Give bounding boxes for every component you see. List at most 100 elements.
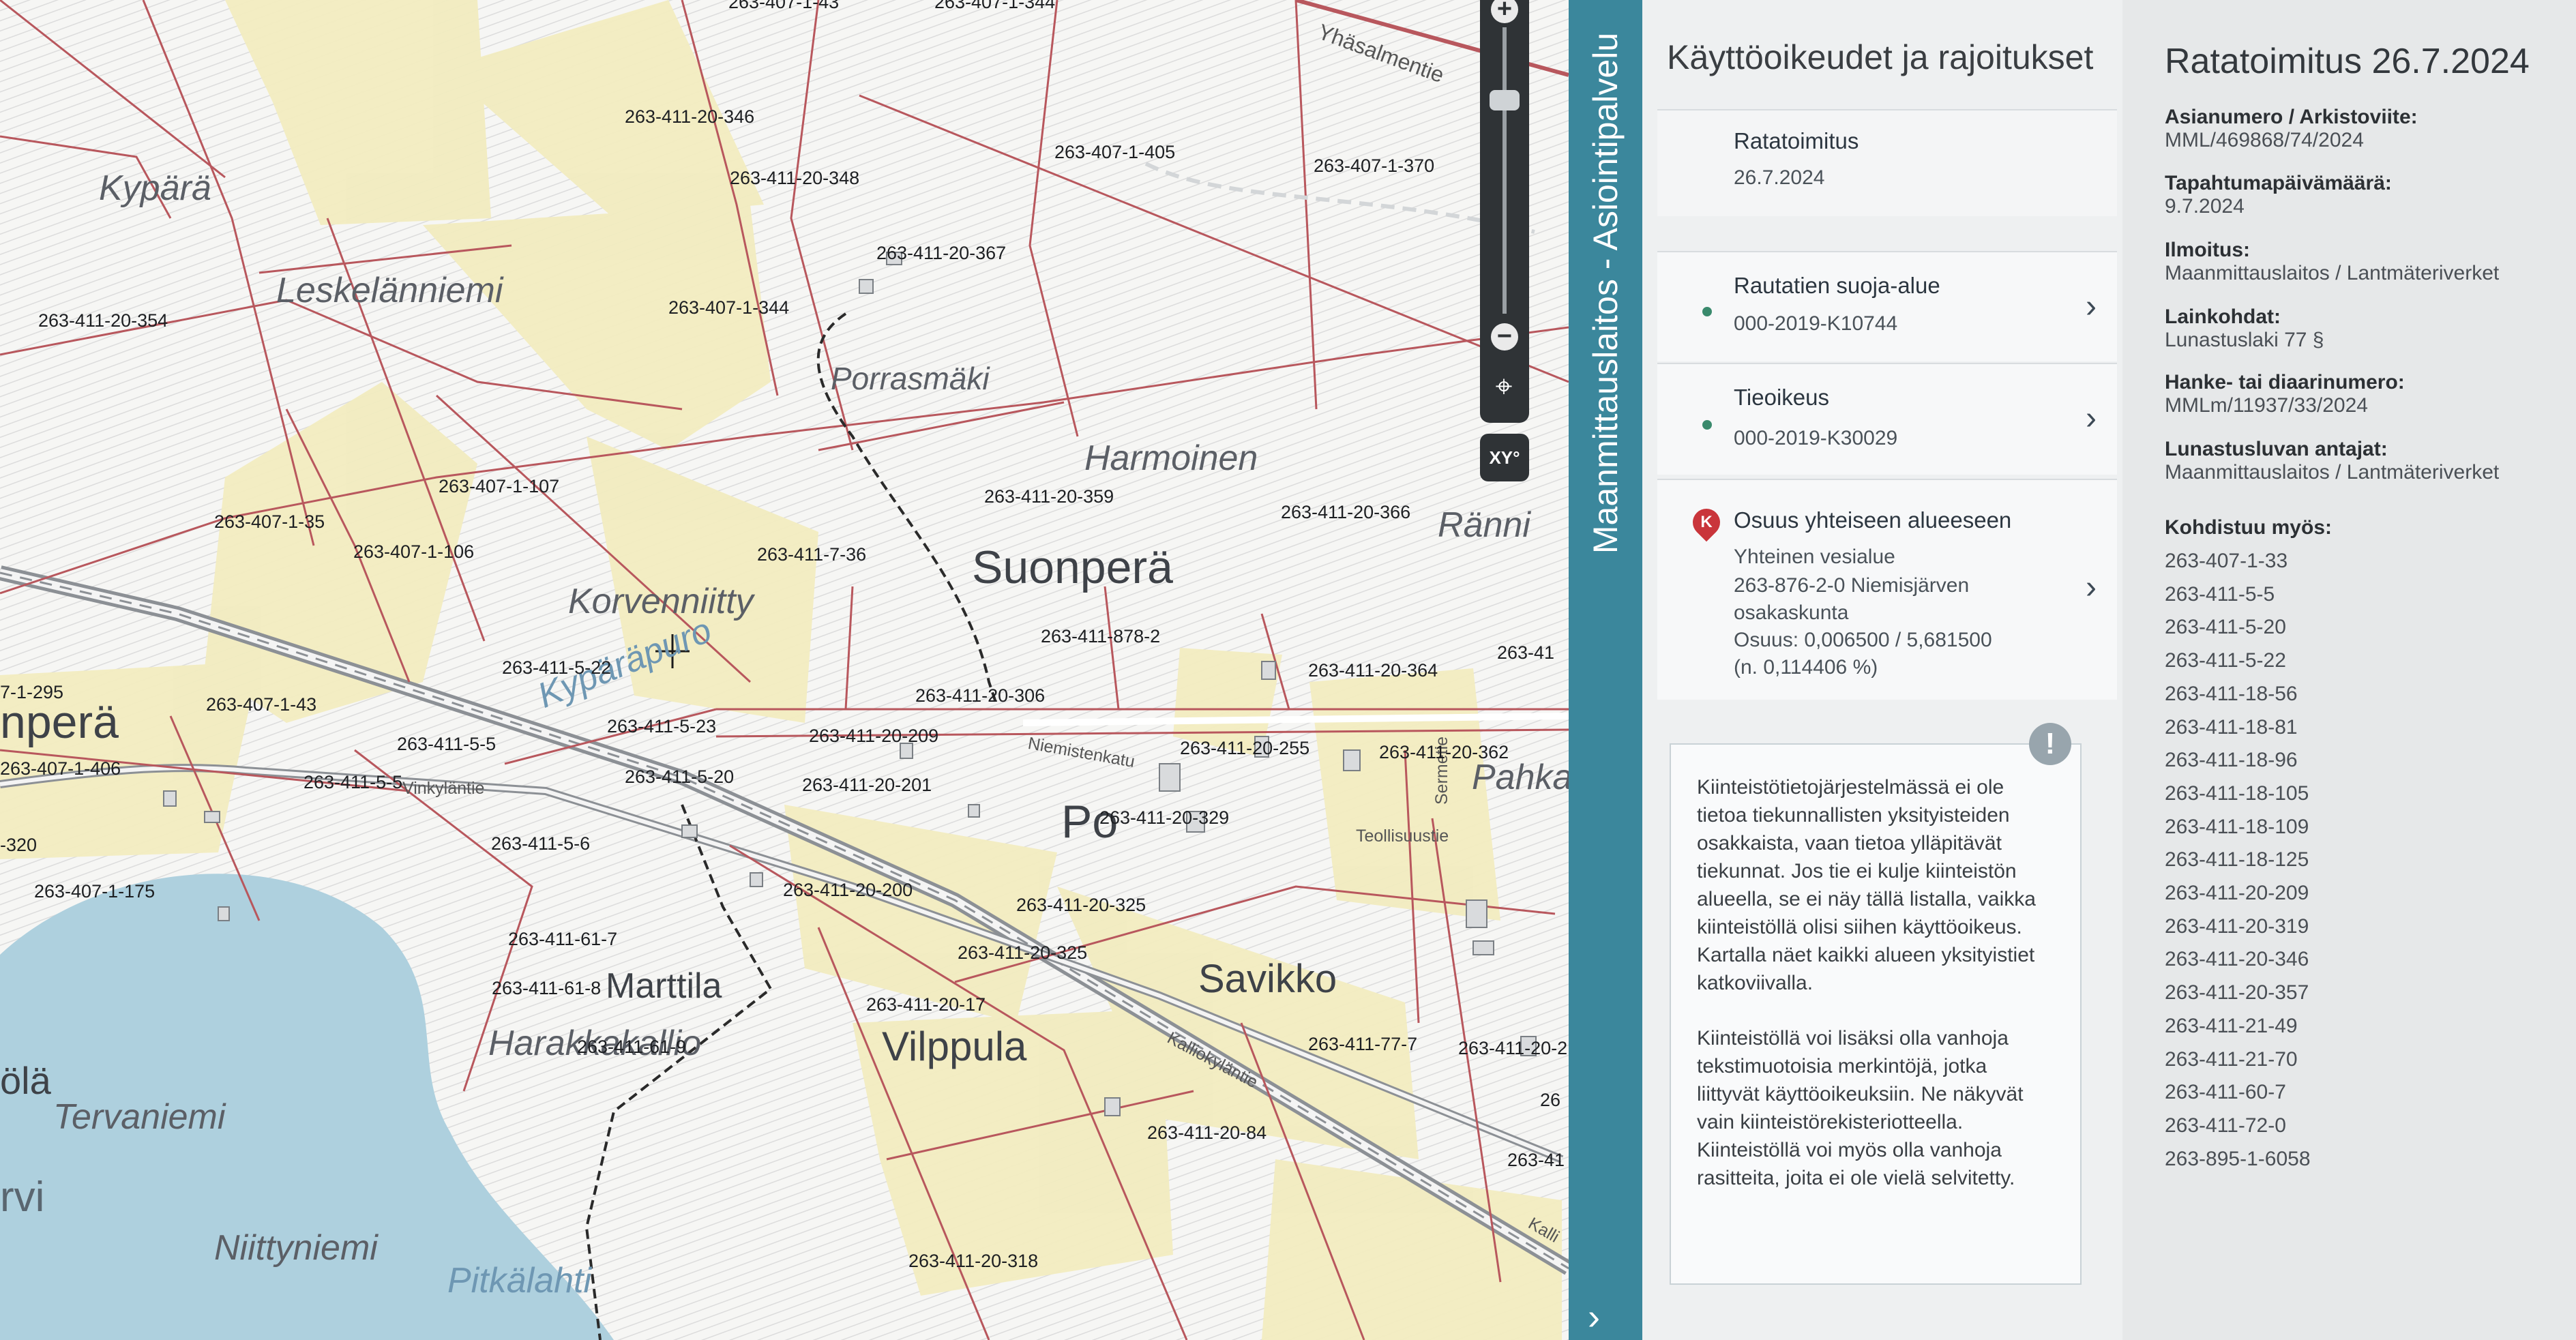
detail-field: Ilmoitus: Maanmittauslaitos / Lantmäteri… (2165, 239, 2499, 285)
list-item[interactable]: Rautatien suoja-alue 000-2019-K10744 › (1657, 251, 2117, 361)
parcel-label[interactable]: 263-407-1-344 (934, 0, 1055, 13)
parcel-label[interactable]: 263-411-878-2 (1041, 626, 1160, 647)
parcel-label[interactable]: 263-407-1-107 (439, 476, 559, 497)
place-label: Ränni (1438, 505, 1530, 545)
parcel-label[interactable]: 263-411-20-17 (866, 994, 986, 1015)
parcel-label[interactable]: 7-1-295 (0, 682, 63, 703)
coordinates-button[interactable]: XY° (1480, 434, 1529, 481)
parcel-label[interactable]: 263-411-61-7 (508, 929, 617, 950)
parcel-label[interactable]: 263-411-5-6 (491, 833, 590, 854)
parcel-label[interactable]: 263-411-20-366 (1281, 502, 1410, 523)
parcel-label[interactable]: 263-407-1-344 (668, 297, 789, 318)
place-label: Kypärä (99, 168, 211, 208)
status-dot-icon (1702, 420, 1712, 430)
parcel-label[interactable]: 263-41 (1497, 642, 1554, 664)
parcel-label[interactable]: 263-411-5-5 (397, 734, 496, 755)
list-item: 263-411-18-96 (2165, 749, 2298, 772)
parcel-label[interactable]: 263-411-20-84 (1147, 1122, 1267, 1144)
list-item: 263-411-5-5 (2165, 582, 2275, 606)
parcel-label[interactable]: 263-411-20-306 (915, 685, 1045, 706)
parcel-label[interactable]: 263-407-1-406 (0, 758, 121, 779)
field-value: MML/469868/74/2024 (2165, 129, 2364, 151)
parcel-label[interactable]: 263-407-1-35 (214, 511, 325, 533)
parcel-label[interactable]: 263-411-20-325 (1016, 895, 1146, 916)
zoom-slider-handle[interactable] (1490, 90, 1520, 110)
parcel-label[interactable]: 263-411-20-2 (1458, 1038, 1567, 1059)
zoom-in-button[interactable]: + (1491, 0, 1518, 23)
parcel-label[interactable]: 263-411-20-359 (984, 486, 1114, 507)
place-label: Pahka (1472, 758, 1569, 797)
parcel-label[interactable]: 263-411-20-354 (38, 310, 168, 331)
place-label: Suonperä (972, 541, 1173, 593)
zoom-slider-track[interactable] (1502, 27, 1507, 314)
parcel-label[interactable]: 263-411-5-5 (304, 772, 402, 793)
place-label: nperä (0, 696, 119, 748)
detail-field: Lainkohdat: Lunastuslaki 77 § (2165, 306, 2324, 352)
parcel-label[interactable]: 263-411-20-367 (876, 243, 1006, 264)
parcel-label[interactable]: 263-411-20-362 (1379, 742, 1509, 763)
zoom-out-button[interactable]: − (1491, 323, 1518, 351)
item-id: 000-2019-K30029 (1734, 427, 1898, 449)
parcel-label[interactable]: 263-407-1-175 (34, 881, 155, 902)
list-item: 263-411-20-319 (2165, 914, 2309, 938)
parcel-label[interactable]: 263-411-20-364 (1308, 660, 1438, 681)
list-item: 263-411-21-49 (2165, 1014, 2298, 1037)
parcel-label[interactable]: 263-411-20-346 (625, 106, 754, 128)
field-label: Tapahtumapäivämäärä: (2165, 172, 2392, 194)
parcel-label[interactable]: 263-411-20-348 (730, 168, 859, 189)
info-paragraph: Kiinteistötietojärjestelmässä ei ole tie… (1697, 776, 2036, 994)
list-item: 263-411-60-7 (2165, 1081, 2286, 1104)
map-view[interactable]: Kypärä Leskelänniemi Porrasmäki Harmoine… (0, 0, 1569, 1340)
parcel-label[interactable]: 263-411-61-8 (492, 978, 601, 999)
parcel-label[interactable]: 263-411-7-36 (757, 544, 866, 565)
list-item: 263-411-5-22 (2165, 649, 2286, 672)
item-title: Tieoikeus (1734, 385, 1830, 410)
place-label: Marttila (606, 966, 722, 1006)
chevron-right-icon[interactable]: › (2086, 400, 2097, 437)
parcel-label[interactable]: -320 (0, 835, 37, 856)
list-item: 263-407-1-33 (2165, 550, 2288, 572)
locate-icon[interactable]: ⌖ (1485, 368, 1522, 405)
parcel-label[interactable]: 263-411-20-325 (958, 942, 1087, 964)
parcel-label[interactable]: 263-407-1-106 (353, 541, 474, 563)
shared-area-item[interactable]: K Osuus yhteiseen alueeseen Yhteinen ves… (1657, 479, 2117, 700)
place-label: Vilppula (882, 1024, 1027, 1069)
list-item: 263-411-72-0 (2165, 1114, 2286, 1137)
parcel-label[interactable]: 263-411-61-9 (577, 1037, 686, 1058)
field-label: Asianumero / Arkistoviite: (2165, 106, 2418, 128)
parcel-label[interactable]: 263-41 (1507, 1150, 1565, 1171)
field-value: Maanmittauslaitos / Lantmäteriverket (2165, 461, 2500, 483)
parcel-label[interactable]: 263-411-20-201 (802, 775, 932, 796)
parcel-label[interactable]: 263-407-1-43 (728, 0, 839, 13)
detail-field: Tapahtumapäivämäärä: 9.7.2024 (2165, 172, 2392, 218)
also-applies-list: 263-407-1-33 263-411-5-5 263-411-5-20 26… (2165, 545, 2332, 1176)
chevron-right-icon[interactable]: › (2086, 569, 2097, 606)
chevron-right-icon[interactable]: › (1588, 1296, 1600, 1338)
parcel-label[interactable]: 263-411-5-20 (625, 766, 734, 788)
parcel-label[interactable]: 263-411-20-329 (1099, 807, 1229, 829)
zoom-control[interactable]: + − (1480, 0, 1529, 423)
parcel-label[interactable]: 263-411-20-200 (783, 880, 913, 901)
parcel-label[interactable]: 26 (1540, 1090, 1560, 1111)
parcel-label[interactable]: 263-411-20-318 (908, 1251, 1038, 1272)
info-icon: ! (2029, 723, 2071, 765)
service-side-tab[interactable]: Maanmittauslaitos - Asiointipalvelu › (1569, 0, 1642, 1340)
parcel-label[interactable]: 263-411-20-255 (1180, 738, 1309, 759)
item-id: 000-2019-K10744 (1734, 312, 1898, 335)
place-label: Korvenniitty (568, 582, 754, 621)
parcel-label[interactable]: 263-411-5-22 (502, 657, 611, 679)
parcel-label[interactable]: 263-407-1-370 (1314, 155, 1434, 177)
list-item: 263-411-18-125 (2165, 848, 2309, 872)
parcel-label[interactable]: 263-411-20-209 (809, 726, 938, 747)
selected-item-card[interactable]: Ratatoimitus 26.7.2024 (1657, 109, 2117, 216)
parcel-label[interactable]: 263-407-1-43 (206, 694, 316, 715)
list-item: 263-895-1-6058 (2165, 1147, 2311, 1170)
parcel-label[interactable]: 263-411-77-7 (1308, 1034, 1417, 1055)
parcel-label[interactable]: 263-407-1-405 (1054, 142, 1175, 163)
chevron-right-icon[interactable]: › (2086, 288, 2097, 325)
place-label: Pitkälahti (447, 1261, 591, 1300)
service-tab-label: Maanmittauslaitos - Asiointipalvelu (1586, 32, 1625, 554)
parcel-label[interactable]: 263-411-5-23 (607, 716, 716, 737)
list-item[interactable]: Tieoikeus 000-2019-K30029 › (1657, 363, 2117, 475)
field-value: Maanmittauslaitos / Lantmäteriverket (2165, 262, 2500, 284)
